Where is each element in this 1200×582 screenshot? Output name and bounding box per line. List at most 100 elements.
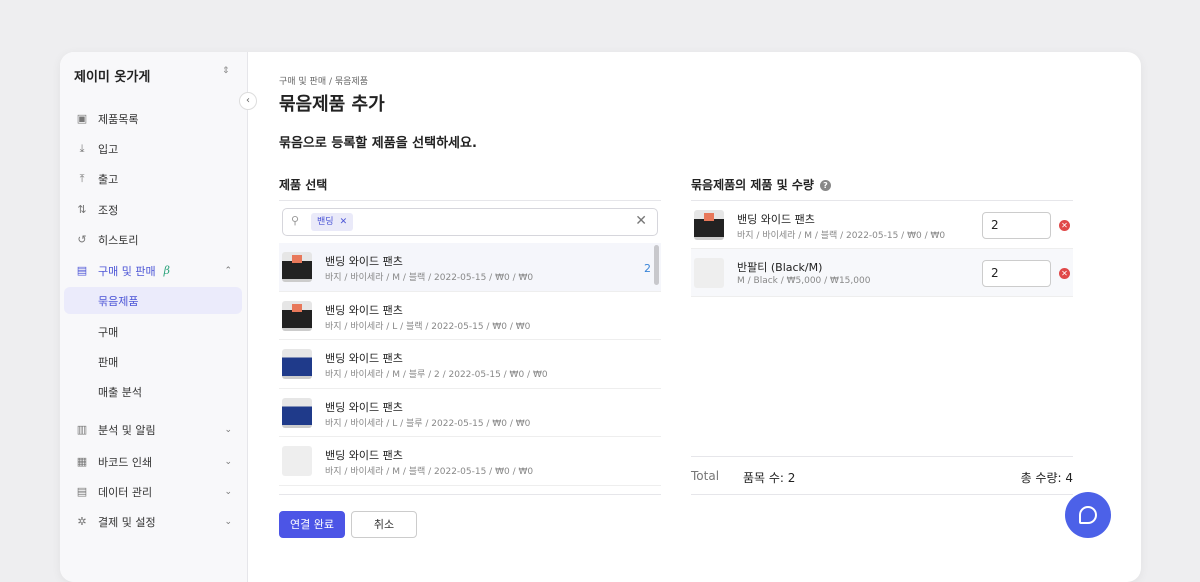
product-name: 밴딩 와이드 팬츠 [325,303,403,317]
box-icon: ▣ [76,112,88,125]
chevron-down-icon[interactable]: ⌄ [224,517,232,527]
product-meta: 바지 / 바이세라 / M / 블랙 / 2022-05-15 / ₩0 / ₩… [325,273,534,283]
swap-icon: ⇅ [77,203,87,216]
product-row[interactable]: 밴딩 와이드 팬츠 바지 / 바이세라 / L / 블랙 / 2022-05-1… [279,292,661,340]
product-thumbnail [282,446,312,476]
sidebar-item-label: 조정 [98,203,119,217]
product-thumbnail [282,300,312,331]
bundle-title-text: 묶음제품의 제품 및 수량 [691,178,814,192]
bundle-title: 묶음제품의 제품 및 수량? [691,176,831,193]
product-select-title: 제품 선택 [279,178,328,192]
product-row[interactable]: 밴딩 와이드 팬츠 바지 / 바이세라 / L / 블루 / 2022-05-1… [279,389,661,437]
history-icon: ↺ [77,233,87,246]
sidebar-item-label: 묶음제품 [98,294,139,308]
product-thumbnail [694,210,724,240]
barcode-icon: ▦ [76,455,88,468]
product-meta: 바지 / 바이세라 / L / 블랙 / 2022-05-15 / ₩0 / ₩… [325,321,531,332]
breadcrumb: 구매 및 판매 / 묶음제품 [279,77,368,87]
remove-icon[interactable]: ✕ [1059,220,1070,231]
main-content: 구매 및 판매 / 묶음제품 묶음제품 추가 묶음으로 등록할 제품을 선택하세… [248,52,1141,582]
sidebar-item[interactable]: ▣ 제품목록 [64,105,242,132]
sidebar-item-label: 구매 및 판매 [98,264,156,278]
remove-icon[interactable]: ✕ [1059,268,1070,279]
sidebar-item[interactable]: ▤ 구매 및 판매 β ⌃ [64,257,242,284]
page-title: 묶음제품 추가 [279,94,385,115]
chevron-down-icon[interactable]: ⌄ [224,457,232,467]
chevron-up-icon[interactable]: ⌃ [224,266,232,276]
scrollbar[interactable] [654,245,659,285]
product-list: 밴딩 와이드 팬츠 바지 / 바이세라 / M / 블랙 / 2022-05-1… [279,243,661,495]
chevron-down-icon[interactable]: ⌄ [224,425,232,435]
sidebar-item[interactable]: ⤓ 입고 [64,135,242,162]
sidebar-item[interactable]: 매출 분석 [64,378,242,405]
clear-search-icon[interactable]: ✕ [635,213,647,229]
sidebar-item-label: 데이터 관리 [98,485,153,499]
sidebar-item-label: 매출 분석 [98,385,142,399]
product-thumbnail [282,252,312,282]
bundle-row: 반팔티 (Black/M) M / Black / ₩5,000 / ₩15,0… [691,249,1073,297]
upload-icon: ⤒ [79,171,85,185]
product-row[interactable]: 밴딩 와이드 팬츠 바지 / 바이세라 / M / 블랙 / 2022-05-1… [279,243,661,292]
product-row[interactable]: 밴딩 와이드 팬츠 바지 / 바이세라 / M / 블루 / 2 / 2022-… [279,340,661,389]
product-name: 밴딩 와이드 팬츠 [325,400,403,414]
product-thumbnail [282,349,312,379]
product-meta: 바지 / 바이세라 / M / 블루 / 2 / 2022-05-15 / ₩0… [325,370,548,380]
bundle-row: 밴딩 와이드 팬츠 바지 / 바이세라 / M / 블랙 / 2022-05-1… [691,201,1073,249]
cancel-button[interactable]: 취소 [351,511,417,538]
store-switch-icon[interactable]: ⇕ [222,66,230,76]
product-row[interactable]: 밴딩 와이드 팬츠 바지 / 바이세라 / M / 블랙 / 2022-05-1… [279,437,661,486]
beta-badge: β [163,264,170,277]
sidebar-item[interactable]: ✲ 결제 및 설정 ⌄ [64,508,242,535]
product-meta: 바지 / 바이세라 / L / 블루 / 2022-05-15 / ₩0 / ₩… [325,418,531,429]
total-quantity: 총 수량: 4 [1020,471,1073,485]
sidebar-item-label: 출고 [98,172,119,186]
sidebar-item-label: 제품목록 [98,112,139,126]
remove-chip-icon[interactable]: ✕ [340,217,348,227]
chart-icon: ▥ [76,423,88,436]
product-meta: M / Black / ₩5,000 / ₩15,000 [737,276,871,286]
sidebar-item-label: 결제 및 설정 [98,515,156,529]
bundle-panel: 밴딩 와이드 팬츠 바지 / 바이세라 / M / 블랙 / 2022-05-1… [691,200,1073,495]
total-label: Total [691,469,720,483]
sidebar-item-label: 입고 [98,142,119,156]
selected-count: 2 [644,262,651,275]
sidebar-item[interactable]: 구매 [64,318,242,345]
sidebar-item-label: 히스토리 [98,233,139,247]
product-name: 밴딩 와이드 팬츠 [325,255,403,268]
chip-label: 밴딩 [317,217,334,227]
sidebar-item[interactable]: ↺ 히스토리 [64,226,242,253]
collapse-sidebar-button[interactable]: ‹ [239,92,257,110]
product-select-panel: ⚲ 밴딩 ✕ ✕ 밴딩 와이드 팬츠 바지 / 바이세라 / M / 블랙 / 2… [279,200,661,495]
search-input[interactable]: ⚲ 밴딩 ✕ ✕ [282,208,658,236]
sidebar-item[interactable]: ▤ 데이터 관리 ⌄ [64,478,242,505]
sidebar-item[interactable]: ⤒ 출고 [64,165,242,192]
database-icon: ▤ [76,485,88,498]
quantity-input[interactable]: 2 [982,212,1051,239]
product-name: 밴딩 와이드 팬츠 [325,352,403,365]
sidebar-item-label: 분석 및 알림 [98,423,156,437]
product-name: 반팔티 (Black/M) [737,261,823,274]
page-subtitle: 묶음으로 등록할 제품을 선택하세요. [279,136,477,151]
sidebar-item[interactable]: ▦ 바코드 인쇄 ⌄ [64,448,242,475]
app-window: 제이미 옷가게 ⇕ ▣ 제품목록 ⤓ 입고 ⤒ 출고 ⇅ 조정 ↺ 히스토리 ▤ 구매 및 판매 β ⌃ 묶… [60,52,1141,582]
sidebar-item[interactable]: ▥ 분석 및 알림 ⌄ [64,416,242,443]
chat-button[interactable] [1065,492,1111,538]
confirm-button[interactable]: 연결 완료 [279,511,345,538]
store-name[interactable]: 제이미 옷가게 [74,66,150,85]
sidebar-item[interactable]: 판매 [64,348,242,375]
product-meta: 바지 / 바이세라 / M / 블랙 / 2022-05-15 / ₩0 / ₩… [325,467,534,477]
sidebar-item[interactable]: ⇅ 조정 [64,196,242,223]
product-name: 밴딩 와이드 팬츠 [325,449,403,462]
search-icon: ⚲ [291,214,300,227]
quantity-input[interactable]: 2 [982,260,1051,287]
product-thumbnail [694,258,724,288]
receipt-icon: ▤ [76,264,88,277]
chevron-down-icon[interactable]: ⌄ [224,487,232,497]
sidebar-item-label: 구매 [98,325,119,339]
sidebar: 제이미 옷가게 ⇕ ▣ 제품목록 ⤓ 입고 ⤒ 출고 ⇅ 조정 ↺ 히스토리 ▤ 구매 및 판매 β ⌃ 묶… [60,52,248,582]
sidebar-item[interactable]: 묶음제품 [64,287,242,314]
product-thumbnail [282,397,312,428]
items-count: 품목 수: 2 [743,471,796,485]
product-meta: 바지 / 바이세라 / M / 블랙 / 2022-05-15 / ₩0 / ₩… [737,231,946,241]
help-icon[interactable]: ? [819,180,831,191]
